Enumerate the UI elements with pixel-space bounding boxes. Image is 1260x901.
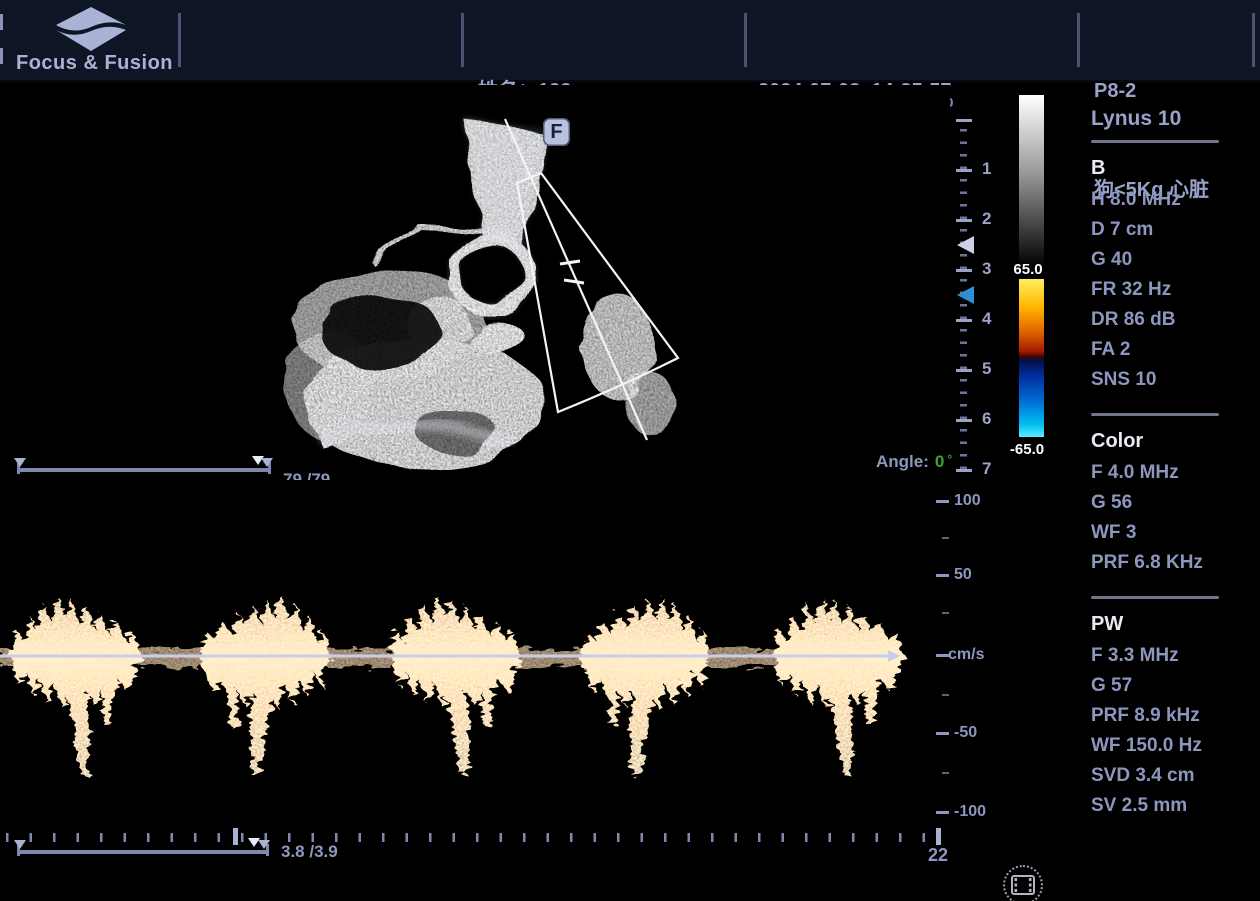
film-icon bbox=[1011, 875, 1035, 895]
ultrasound-screen: Focus & Fusion 姓名：123 性别： 2024-07-02 14:… bbox=[0, 0, 1260, 901]
velocity-unit-label: cm/s bbox=[948, 646, 984, 664]
pw-cine-counter: 3.8 /3.9 bbox=[281, 842, 338, 862]
panel-divider bbox=[1091, 596, 1219, 599]
depth-label: 5 bbox=[982, 359, 1002, 379]
color-param: WF 3 bbox=[1091, 518, 1221, 548]
section-title-pw: PW bbox=[1091, 607, 1221, 641]
b-param: FA 2 bbox=[1091, 335, 1221, 365]
header-divider bbox=[461, 13, 464, 67]
parameter-panel: Lynus 10 B H 8.0 MHz D 7 cm G 40 FR 32 H… bbox=[1091, 102, 1221, 821]
b-param: FR 32 Hz bbox=[1091, 275, 1221, 305]
time-current-tick bbox=[936, 828, 941, 845]
b-cine-marker-start[interactable] bbox=[14, 458, 26, 467]
pw-cine-marker-end[interactable] bbox=[258, 840, 270, 849]
velocity-label: 50 bbox=[954, 566, 972, 584]
velocity-tick bbox=[936, 811, 949, 814]
velocity-tick-minor bbox=[942, 612, 949, 614]
angle-label: Angle: bbox=[876, 452, 929, 471]
header-divider bbox=[744, 13, 747, 67]
b-param: G 40 bbox=[1091, 245, 1221, 275]
velocity-label: -100 bbox=[954, 803, 986, 821]
cine-clip-button[interactable] bbox=[1003, 865, 1043, 901]
brand-logo-icon bbox=[55, 6, 127, 57]
panel-divider bbox=[1091, 140, 1219, 143]
color-scale-bar bbox=[1019, 279, 1044, 437]
depth-label: 3 bbox=[982, 259, 1002, 279]
time-label: 22 bbox=[928, 845, 948, 866]
depth-label: 2 bbox=[982, 209, 1002, 229]
header-divider bbox=[1252, 13, 1255, 67]
velocity-tick bbox=[936, 574, 949, 577]
velocity-tick-minor bbox=[942, 694, 949, 696]
depth-label: 1 bbox=[982, 159, 1002, 179]
time-ruler bbox=[6, 833, 926, 842]
focus-badge: F bbox=[543, 118, 570, 146]
time-marker-tick bbox=[233, 828, 238, 845]
angle-unit: ° bbox=[944, 452, 952, 466]
grayscale-bar bbox=[1019, 95, 1044, 267]
velocity-tick bbox=[936, 500, 949, 503]
section-title-b: B bbox=[1091, 151, 1221, 185]
header-divider bbox=[178, 13, 181, 67]
depth-label: 7 bbox=[982, 459, 1002, 479]
velocity-label: -50 bbox=[954, 724, 977, 742]
focus-position-marker[interactable] bbox=[957, 236, 974, 254]
color-min-label: -65.0 bbox=[1000, 441, 1054, 458]
b-param: DR 86 dB bbox=[1091, 305, 1221, 335]
color-param: F 4.0 MHz bbox=[1091, 458, 1221, 488]
velocity-label: 100 bbox=[954, 492, 981, 510]
depth-label: 6 bbox=[982, 409, 1002, 429]
b-mode-image bbox=[0, 85, 950, 480]
panel-divider bbox=[1091, 413, 1219, 416]
depth-label: 4 bbox=[982, 309, 1002, 329]
pw-param: PRF 8.9 kHz bbox=[1091, 701, 1221, 731]
b-cine-progress-bar[interactable] bbox=[18, 468, 270, 472]
image-preset-name: Lynus 10 bbox=[1091, 102, 1221, 136]
section-title-color: Color bbox=[1091, 424, 1221, 458]
b-cine-marker-end[interactable] bbox=[261, 458, 273, 467]
pw-param: WF 150.0 Hz bbox=[1091, 731, 1221, 761]
edge-tick bbox=[0, 48, 3, 64]
pw-param: G 57 bbox=[1091, 671, 1221, 701]
angle-readout: Angle:0° bbox=[876, 452, 952, 472]
pw-param: SV 2.5 mm bbox=[1091, 791, 1221, 821]
brand-text: Focus & Fusion bbox=[16, 52, 173, 75]
color-param: PRF 6.8 KHz bbox=[1091, 548, 1221, 578]
angle-value: 0 bbox=[929, 452, 944, 471]
b-param: D 7 cm bbox=[1091, 215, 1221, 245]
pw-cine-progress-bar[interactable] bbox=[18, 850, 268, 854]
velocity-tick bbox=[936, 732, 949, 735]
color-param: G 56 bbox=[1091, 488, 1221, 518]
gray-max-label: 65.0 bbox=[1005, 261, 1051, 278]
top-bar: Focus & Fusion 姓名：123 性别： 2024-07-02 14:… bbox=[0, 0, 1260, 82]
pw-param: SVD 3.4 cm bbox=[1091, 761, 1221, 791]
edge-tick bbox=[0, 14, 3, 30]
gate-depth-marker[interactable] bbox=[957, 286, 974, 304]
b-param: SNS 10 bbox=[1091, 365, 1221, 395]
header-divider bbox=[1077, 13, 1080, 67]
b-param: H 8.0 MHz bbox=[1091, 185, 1221, 215]
pw-cine-marker-start[interactable] bbox=[14, 840, 26, 849]
pw-param: F 3.3 MHz bbox=[1091, 641, 1221, 671]
velocity-tick-minor bbox=[942, 772, 949, 774]
pw-spectrum bbox=[0, 480, 950, 845]
velocity-tick-minor bbox=[942, 537, 949, 539]
